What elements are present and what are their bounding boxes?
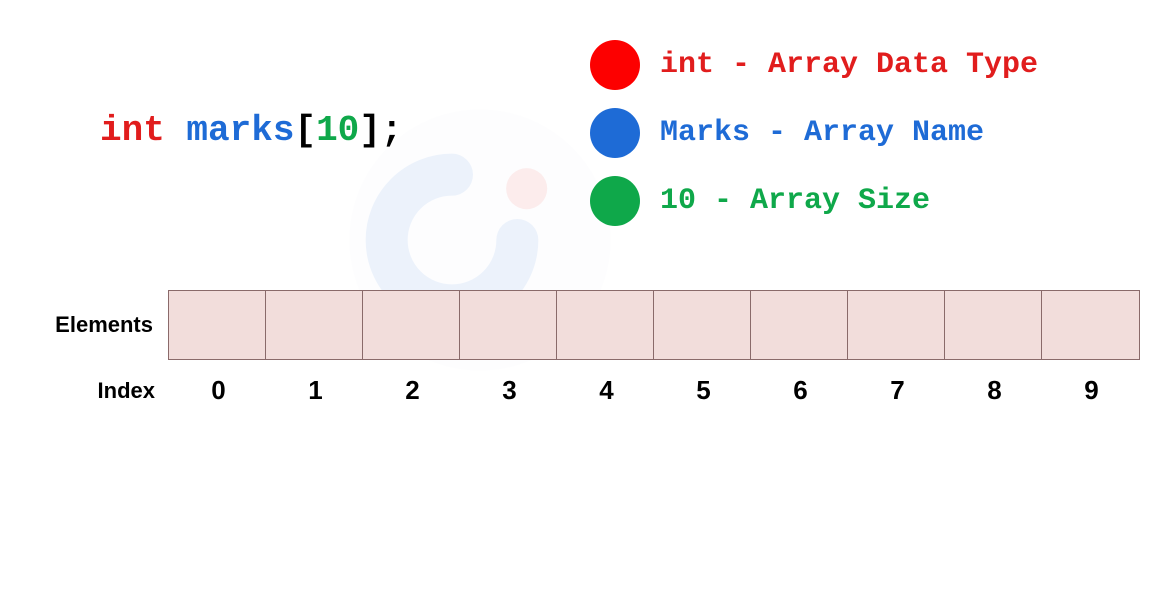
array-cell bbox=[363, 291, 460, 359]
code-semicolon: ; bbox=[381, 110, 403, 151]
array-cell bbox=[945, 291, 1042, 359]
array-cell bbox=[1042, 291, 1139, 359]
index-value: 7 bbox=[849, 375, 946, 406]
code-array-size: 10 bbox=[316, 110, 359, 151]
legend-row-name: Marks - Array Name bbox=[590, 108, 1038, 158]
index-label: Index bbox=[40, 378, 170, 404]
code-type-keyword: int bbox=[100, 110, 165, 151]
legend-name-text: Marks - Array Name bbox=[660, 116, 984, 150]
index-value: 3 bbox=[461, 375, 558, 406]
array-cell bbox=[751, 291, 848, 359]
index-value: 5 bbox=[655, 375, 752, 406]
array-cell bbox=[848, 291, 945, 359]
array-indices: 0 1 2 3 4 5 6 7 8 9 bbox=[170, 375, 1140, 406]
legend-row-type: int - Array Data Type bbox=[590, 40, 1038, 90]
array-cells bbox=[168, 290, 1140, 360]
code-close-bracket: ] bbox=[359, 110, 381, 151]
array-cell bbox=[654, 291, 751, 359]
index-value: 9 bbox=[1043, 375, 1140, 406]
index-value: 2 bbox=[364, 375, 461, 406]
dot-red-icon bbox=[590, 40, 640, 90]
elements-row: Elements bbox=[40, 290, 1140, 360]
array-declaration: int marks[10]; bbox=[100, 110, 403, 151]
indices-row: Index 0 1 2 3 4 5 6 7 8 9 bbox=[40, 375, 1140, 406]
index-value: 0 bbox=[170, 375, 267, 406]
code-array-name: marks bbox=[186, 110, 294, 151]
code-open-bracket: [ bbox=[294, 110, 316, 151]
legend-type-text: int - Array Data Type bbox=[660, 48, 1038, 82]
dot-green-icon bbox=[590, 176, 640, 226]
legend: int - Array Data Type Marks - Array Name… bbox=[590, 40, 1038, 244]
array-visualization: Elements Index 0 1 2 3 4 5 6 7 8 9 bbox=[40, 290, 1140, 421]
index-value: 1 bbox=[267, 375, 364, 406]
array-cell bbox=[557, 291, 654, 359]
index-value: 8 bbox=[946, 375, 1043, 406]
dot-blue-icon bbox=[590, 108, 640, 158]
array-cell bbox=[460, 291, 557, 359]
legend-size-text: 10 - Array Size bbox=[660, 184, 930, 218]
array-cell bbox=[266, 291, 363, 359]
index-value: 4 bbox=[558, 375, 655, 406]
array-cell bbox=[169, 291, 266, 359]
elements-label: Elements bbox=[40, 312, 168, 338]
index-value: 6 bbox=[752, 375, 849, 406]
legend-row-size: 10 - Array Size bbox=[590, 176, 1038, 226]
